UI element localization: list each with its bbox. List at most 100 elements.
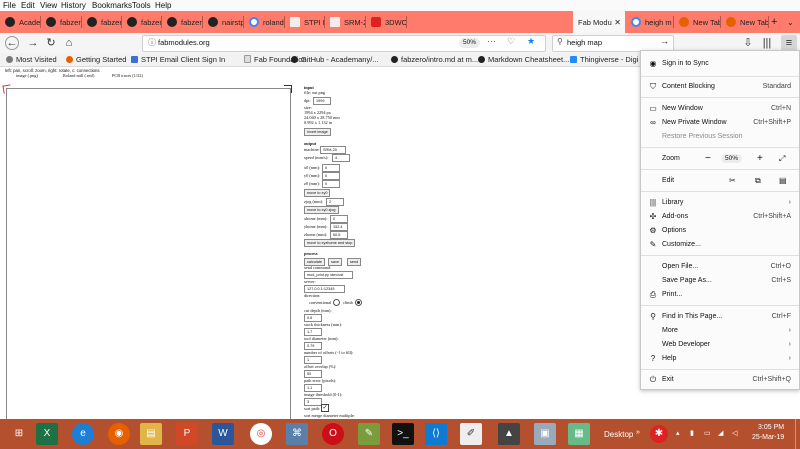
close-tab-icon[interactable]: ✕ [614,18,621,27]
menu-history[interactable]: History [61,0,86,11]
zoom-badge[interactable]: 50% [459,38,481,48]
server-input[interactable]: 127.0.0.1:12345 [304,285,345,293]
library-icon[interactable]: ||| [760,36,774,50]
zoom-reset-button[interactable]: 50% [721,154,743,163]
yhome-input[interactable]: 152.4 [330,223,348,231]
bookmark-thingiverse[interactable]: Thingiverse - Digi [570,54,638,65]
tab-12[interactable]: New Tab [674,11,721,33]
clock-time[interactable]: 3:05 PM [758,424,784,431]
tab-6[interactable]: roland [244,11,285,33]
tab-5[interactable]: nairstpr [203,11,244,33]
tray-app-icon[interactable]: ✱ [650,425,668,443]
page-actions-icon[interactable]: ··· [487,36,496,46]
xhome-input[interactable]: 0 [330,215,348,223]
cut-depth-input[interactable]: 0.6 [304,314,322,322]
speed-input[interactable]: 4 [332,154,350,162]
signal-icon[interactable]: ◢ [718,429,723,437]
tab-1[interactable]: fabzero [41,11,82,33]
search-input[interactable]: heigh map [567,38,602,47]
cut-icon[interactable]: ✂ [729,174,736,187]
sort-path-checkbox[interactable]: ✓ [321,404,329,412]
app-icon[interactable]: ✎ [358,423,380,445]
word-icon[interactable]: W [212,423,234,445]
search-go-icon[interactable]: → [660,36,669,46]
menu-help[interactable]: ? Help › [641,352,799,365]
desktop-toolbar[interactable]: Desktop [604,430,633,439]
firefox-icon[interactable]: ◉ [108,423,130,445]
menu-save-page[interactable]: Save Page As... Ctrl+S [641,274,799,287]
start-button[interactable]: ⊞ [5,423,33,445]
menu-new-private-window[interactable]: ∞ New Private Window Ctrl+Shift+P [641,116,799,129]
bookmark-getting-started[interactable]: Getting Started [66,54,126,65]
bookmark-fabzero-intro[interactable]: fabzero/intro.md at m... [391,54,478,65]
menu-web-developer[interactable]: Web Developer › [641,338,799,351]
zhome-input[interactable]: 60.5 [330,231,348,239]
dpi-input[interactable]: 1999 [313,97,331,105]
tab-4[interactable]: fabzero [162,11,203,33]
send-command-input[interactable]: mod_print.py /dev/ust [304,271,353,279]
bookmark-most-visited[interactable]: Most Visited [6,54,57,65]
menu-tools[interactable]: Tools [132,0,151,11]
menu-help[interactable]: Help [155,0,171,11]
tab-13[interactable]: New Tab [721,11,769,33]
fullscreen-icon[interactable]: ⤢ [779,152,785,165]
tool-diameter-input[interactable]: 0.79 [304,342,322,350]
stock-input[interactable]: 1.7 [304,328,322,336]
menu-more[interactable]: More › [641,324,799,337]
z0-input[interactable]: 0 [322,180,340,188]
bookmark-github-academany[interactable]: GitHub - Academany/... [291,54,379,65]
tab-3[interactable]: fabzero [122,11,162,33]
pipeline-step-process[interactable]: PCB traces (1/32) [112,73,143,78]
internet-explorer-icon[interactable]: e [72,423,94,445]
climb-radio[interactable] [355,299,362,306]
pipeline-step-machine[interactable]: Roland mill (.rml) [63,73,94,78]
bookmark-stpi-email[interactable]: STPI Email Client Sign In [131,54,225,65]
new-tab-button[interactable]: + [771,11,783,33]
bookmark-star-icon[interactable]: ★ [527,36,535,47]
toolpath-canvas[interactable] [2,84,292,421]
terminal-icon[interactable]: >_ [392,423,414,445]
y0-input[interactable]: 0 [322,172,340,180]
hamburger-menu-button[interactable]: ≡ [781,35,797,51]
app-icon[interactable]: ▦ [568,423,590,445]
menu-sign-in-sync[interactable]: ◉ Sign in to Sync [641,57,799,70]
volume-icon[interactable]: ◁ [732,429,737,437]
pipeline-step-image[interactable]: image (.png) [16,73,38,78]
x0-input[interactable]: 0 [322,164,340,172]
forward-button[interactable]: → [26,36,40,50]
menu-bookmarks[interactable]: Bookmarks [92,0,132,11]
bookmark-markdown-cheatsheet[interactable]: Markdown Cheatsheet... [478,54,569,65]
move-xy0-button[interactable]: move to xy0 [304,189,331,197]
home-button[interactable]: ⌂ [62,36,76,50]
tab-10-active[interactable]: Fab Modu ✕ [573,11,625,33]
send-button[interactable]: send [347,258,362,266]
invert-image-button[interactable]: invert image [304,128,331,136]
tab-11[interactable]: heigh m [626,11,674,33]
image-viewer-icon[interactable]: ▣ [534,423,556,445]
menu-exit[interactable]: ⏻ Exit Ctrl+Shift+Q [641,373,799,386]
inkscape-icon[interactable]: ▲ [498,423,520,445]
vscode-icon[interactable]: ⟨⟩ [425,423,447,445]
menu-print[interactable]: ⎙ Print... [641,288,799,301]
network-app-icon[interactable]: ⌘ [286,423,308,445]
reload-button[interactable]: ↻ [44,36,58,50]
download-icon[interactable]: ⇩ [741,36,755,50]
zoom-out-button[interactable]: − [705,152,711,165]
pocket-icon[interactable]: ♡ [507,36,515,47]
tray-expand-icon[interactable]: ▴ [676,429,680,437]
show-desktop-button[interactable] [795,419,800,449]
tab-7[interactable]: STPI Em [285,11,325,33]
clock-date[interactable]: 25-Mar-19 [752,434,784,441]
offsets-input[interactable]: 1 [304,356,322,364]
tab-list-chevron-icon[interactable]: ⌄ [787,11,799,33]
network-icon[interactable]: ▮ [690,429,694,437]
conventional-radio[interactable] [333,299,340,306]
menu-options[interactable]: ⚙ Options [641,224,799,237]
menu-new-window[interactable]: ▭ New Window Ctrl+N [641,102,799,115]
tab-0[interactable]: Academ [0,11,41,33]
menu-addons[interactable]: ✣ Add-ons Ctrl+Shift+A [641,210,799,223]
chrome-icon[interactable]: ◎ [250,423,272,445]
machine-select[interactable]: SRM-20 [320,146,346,154]
menu-view[interactable]: View [40,0,57,11]
opera-icon[interactable]: O [322,423,344,445]
